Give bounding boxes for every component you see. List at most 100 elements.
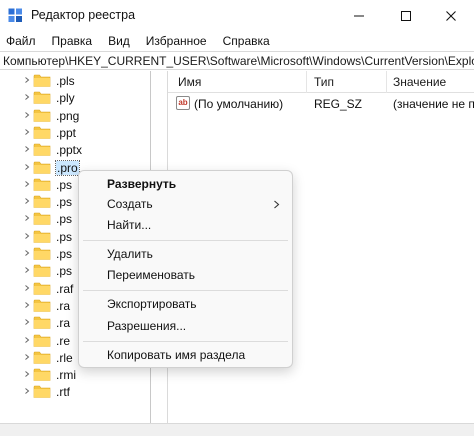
menu-item-label: Удалить xyxy=(107,247,153,261)
value-name: (По умолчанию) xyxy=(194,97,284,111)
list-header: Имя Тип Значение xyxy=(168,71,474,93)
tree-item-label: .ps xyxy=(56,195,73,210)
chevron-right-icon[interactable] xyxy=(24,284,30,291)
menu-file[interactable]: Файл xyxy=(0,34,44,48)
column-divider[interactable] xyxy=(306,71,307,93)
menu-help[interactable]: Справка xyxy=(215,34,278,48)
chevron-right-icon[interactable] xyxy=(24,371,30,377)
minimize-button[interactable] xyxy=(336,0,382,31)
folder-icon xyxy=(33,143,51,156)
menu-item-new[interactable]: Создать xyxy=(79,194,292,214)
tree-item[interactable]: .rtf xyxy=(0,383,150,400)
menu-item-expand[interactable]: Развернуть xyxy=(79,174,292,194)
menu-item-label: Найти... xyxy=(107,218,152,232)
column-value-header[interactable]: Значение xyxy=(393,75,446,89)
menu-item-delete[interactable]: Удалить xyxy=(79,244,292,264)
tree-item-label: .pls xyxy=(56,74,75,88)
tree-item-label: .re xyxy=(56,333,71,348)
chevron-right-icon[interactable] xyxy=(24,232,30,239)
tree-item[interactable]: .pptx xyxy=(0,141,150,158)
menu-item-label: Развернуть xyxy=(107,177,177,191)
tree-item-label: .rtf xyxy=(56,385,70,400)
tree-item[interactable]: .rmi xyxy=(0,366,150,383)
minimize-icon xyxy=(354,15,364,16)
menu-separator xyxy=(83,290,288,291)
menu-item-permissions[interactable]: Разрешения... xyxy=(79,316,292,336)
chevron-right-icon[interactable] xyxy=(24,198,30,204)
menu-item-label: Переименовать xyxy=(107,268,195,282)
folder-icon xyxy=(33,351,51,364)
chevron-right-icon xyxy=(274,200,280,209)
chevron-right-icon[interactable] xyxy=(24,336,30,343)
menu-item-rename[interactable]: Переименовать xyxy=(79,265,292,285)
folder-icon xyxy=(33,334,51,347)
chevron-right-icon[interactable] xyxy=(24,267,30,274)
column-name-header[interactable]: Имя xyxy=(178,75,201,89)
tree-item-label: .pptx xyxy=(56,143,83,158)
chevron-right-icon[interactable] xyxy=(24,129,30,135)
string-value-icon: ab xyxy=(176,96,190,110)
tree-item-label: .ppt xyxy=(56,125,77,140)
tree-item-label: .ps xyxy=(56,264,73,279)
list-item[interactable]: ab (По умолчанию) REG_SZ (значение не пр xyxy=(168,94,474,114)
registry-editor-icon xyxy=(8,8,22,22)
tree-item-label: .pro xyxy=(55,159,80,176)
tree-item[interactable]: .png xyxy=(0,107,150,124)
address-bar[interactable]: Компьютер\HKEY_CURRENT_USER\Software\Mic… xyxy=(0,51,474,70)
tree-item-label: .png xyxy=(56,108,80,123)
folder-icon xyxy=(33,195,51,208)
folder-icon xyxy=(33,264,51,278)
tree-item-label: .raf xyxy=(56,281,74,296)
maximize-button[interactable] xyxy=(383,0,429,31)
chevron-right-icon[interactable] xyxy=(24,111,30,118)
menu-item-label: Разрешения... xyxy=(107,319,187,333)
tree-item-label: .ply xyxy=(56,91,75,106)
folder-icon xyxy=(33,178,51,191)
folder-icon xyxy=(33,126,51,139)
folder-icon xyxy=(33,230,51,243)
close-icon xyxy=(446,10,456,21)
chevron-right-icon[interactable] xyxy=(24,353,30,360)
tree-item[interactable]: .pls xyxy=(0,72,150,89)
chevron-right-icon[interactable] xyxy=(24,388,30,395)
menu-item-export[interactable]: Экспортировать xyxy=(79,294,292,314)
folder-icon xyxy=(33,213,51,226)
menu-item-label: Копировать имя раздела xyxy=(107,348,246,362)
chevron-right-icon[interactable] xyxy=(24,302,30,308)
column-divider[interactable] xyxy=(386,71,387,93)
folder-icon xyxy=(33,247,51,260)
menu-item-label: Экспортировать xyxy=(107,297,197,311)
status-bar xyxy=(0,423,474,436)
menu-item-find[interactable]: Найти... xyxy=(79,215,292,235)
folder-icon xyxy=(33,74,51,87)
tree-item[interactable]: .ppt xyxy=(0,124,150,141)
menu-favorites[interactable]: Избранное xyxy=(138,34,215,48)
column-type-header[interactable]: Тип xyxy=(314,75,334,89)
chevron-right-icon[interactable] xyxy=(24,319,30,326)
chevron-right-icon[interactable] xyxy=(24,250,30,256)
menu-separator xyxy=(83,341,288,342)
chevron-right-icon[interactable] xyxy=(24,146,30,153)
window-title: Редактор реестра xyxy=(31,8,136,22)
folder-icon xyxy=(33,299,51,312)
value-data: (значение не пр xyxy=(393,97,474,111)
chevron-right-icon[interactable] xyxy=(24,180,30,187)
menu-item-label: Создать xyxy=(107,197,153,211)
menu-view[interactable]: Вид xyxy=(100,34,138,48)
folder-icon xyxy=(33,368,51,381)
chevron-right-icon[interactable] xyxy=(24,215,30,222)
tree-item[interactable]: .ply xyxy=(0,89,150,106)
tree-item-label: .ps xyxy=(56,229,73,244)
tree-item-label: .ra xyxy=(56,298,71,313)
chevron-right-icon[interactable] xyxy=(24,77,30,83)
folder-icon xyxy=(33,109,51,122)
chevron-right-icon[interactable] xyxy=(24,94,30,101)
menu-item-copy-key-name[interactable]: Копировать имя раздела xyxy=(79,345,292,365)
chevron-right-icon[interactable] xyxy=(24,163,30,170)
tree-item-label: .ps xyxy=(56,212,73,227)
tree-item-label: .ps xyxy=(56,177,73,192)
close-button[interactable] xyxy=(428,0,474,31)
folder-icon xyxy=(33,161,51,174)
tree-item-label: .ra xyxy=(56,316,71,331)
menu-edit[interactable]: Правка xyxy=(44,34,101,48)
